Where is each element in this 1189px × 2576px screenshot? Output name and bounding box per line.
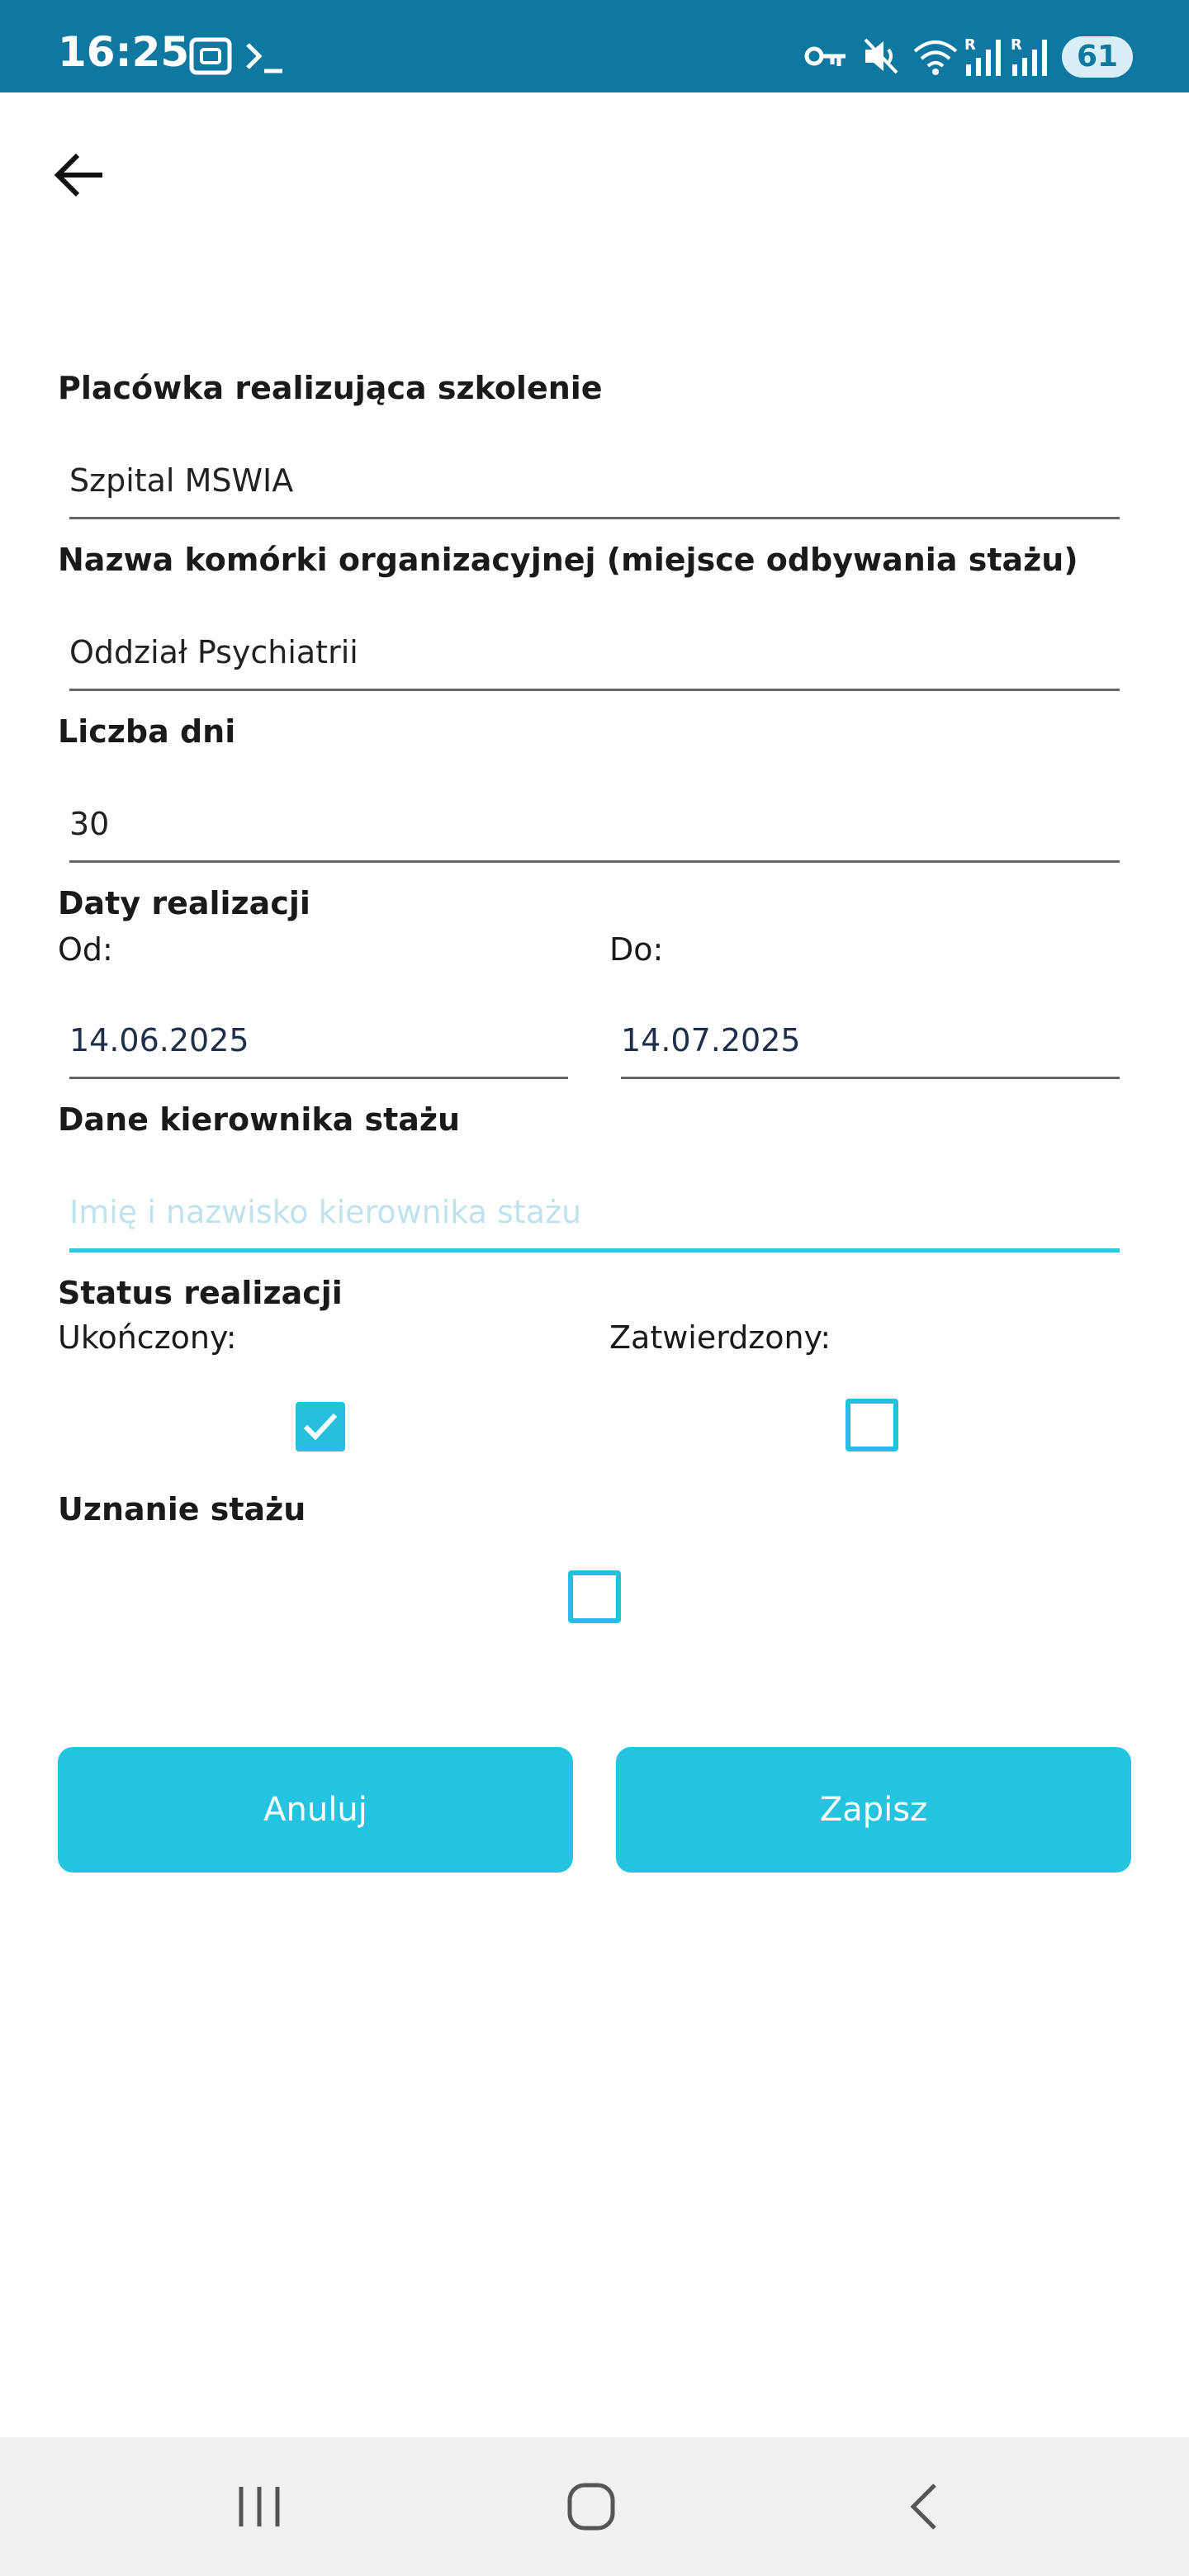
arrow-left-icon <box>54 153 102 197</box>
unit-field[interactable]: Oddział Psychiatrii <box>69 619 1120 691</box>
signal-r-icon: R <box>1011 36 1047 76</box>
save-button[interactable]: Zapisz <box>616 1747 1131 1873</box>
days-value: 30 <box>69 806 110 842</box>
date-to-field[interactable]: 14.07.2025 <box>621 1007 1120 1079</box>
date-to-value: 14.07.2025 <box>621 1022 801 1058</box>
facility-label: Placówka realizująca szkolenie <box>58 370 603 406</box>
home-icon[interactable] <box>565 2480 618 2533</box>
status-time: 16:25 <box>58 28 190 76</box>
back-nav-icon[interactable] <box>905 2482 943 2531</box>
status-label: Status realizacji <box>58 1275 343 1311</box>
signal-r-icon: R <box>964 36 1001 76</box>
date-from-label: Od: <box>58 931 113 968</box>
completed-checkbox[interactable] <box>296 1402 345 1451</box>
back-button[interactable] <box>50 142 116 208</box>
screenshot-icon <box>189 37 232 75</box>
svg-text:R: R <box>964 36 976 54</box>
date-from-value: 14.06.2025 <box>69 1022 249 1058</box>
unit-value: Oddział Psychiatrii <box>69 634 358 670</box>
recognition-checkbox[interactable] <box>568 1570 621 1623</box>
facility-field[interactable]: Szpital MSWIA <box>69 447 1120 519</box>
dates-label: Daty realizacji <box>58 885 310 921</box>
date-to-label: Do: <box>609 931 664 968</box>
mute-icon <box>864 38 898 74</box>
approved-checkbox[interactable] <box>846 1399 898 1451</box>
supervisor-input[interactable]: Imię i nazwisko kierownika stażu <box>69 1179 1120 1252</box>
days-field[interactable]: 30 <box>69 791 1120 863</box>
battery-icon: 61 <box>1062 36 1133 78</box>
check-icon <box>303 1413 338 1441</box>
vpn-key-icon <box>804 46 846 66</box>
status-bar: 16:25 R R 61 <box>0 0 1189 92</box>
date-from-field[interactable]: 14.06.2025 <box>69 1007 568 1079</box>
facility-value: Szpital MSWIA <box>69 462 294 499</box>
cancel-button[interactable]: Anuluj <box>58 1747 573 1873</box>
wifi-icon <box>913 40 958 75</box>
completed-label: Ukończony: <box>58 1319 237 1356</box>
supervisor-label: Dane kierownika stażu <box>58 1101 461 1138</box>
svg-text:R: R <box>1011 36 1022 54</box>
unit-label: Nazwa komórki organizacyjnej (miejsce od… <box>58 542 1078 578</box>
recent-apps-icon[interactable] <box>234 2482 284 2531</box>
terminal-icon <box>246 43 282 73</box>
supervisor-placeholder: Imię i nazwisko kierownika stażu <box>69 1194 582 1230</box>
battery-level: 61 <box>1076 40 1119 73</box>
days-label: Liczba dni <box>58 713 236 750</box>
navigation-bar <box>0 2437 1189 2576</box>
approved-label: Zatwierdzony: <box>609 1319 831 1356</box>
recognition-label: Uznanie stażu <box>58 1491 306 1527</box>
